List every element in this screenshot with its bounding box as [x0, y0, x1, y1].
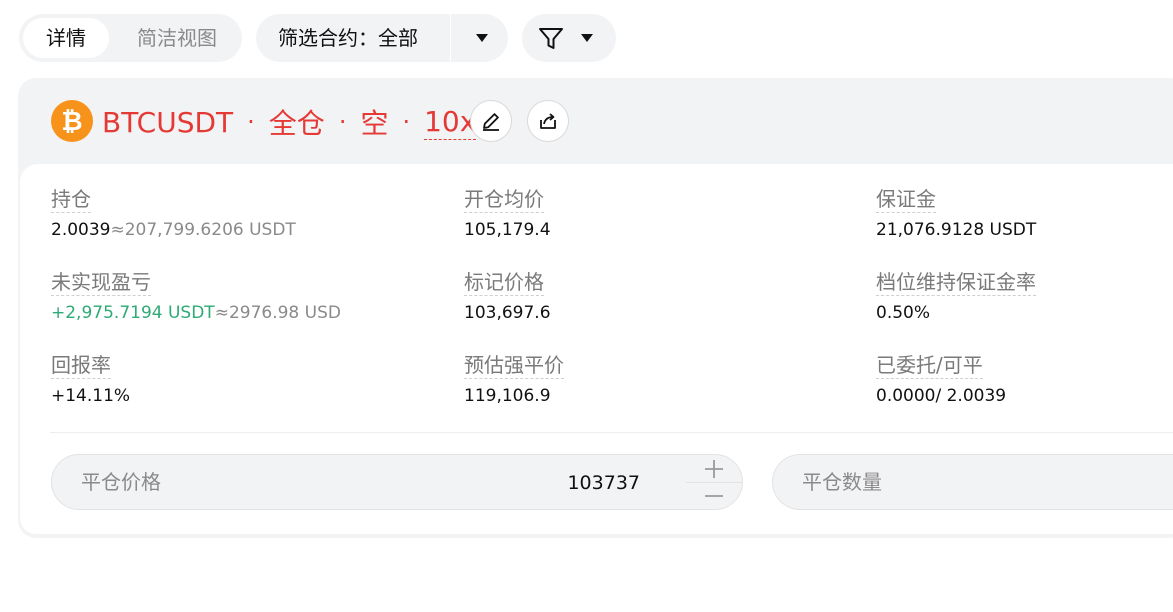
field-value: 105,179.4	[464, 220, 551, 240]
decrement-button[interactable]	[686, 482, 742, 509]
field-unrealized-pnl: 未实现盈亏 +2,975.7194 USDT≈2976.98 USD	[51, 269, 341, 324]
caret-down-icon	[581, 34, 593, 42]
close-price-input[interactable]: 平仓价格 103737	[51, 454, 743, 510]
contract-filter-label: 筛选合约：全部	[278, 14, 418, 62]
field-value: 0.0000/ 2.0039	[876, 386, 1007, 406]
field-entry-price: 开仓均价 105,179.4	[464, 186, 551, 241]
close-qty-input[interactable]: 平仓数量	[772, 454, 1173, 510]
field-entrusted-closable: 已委托/可平 0.0000/ 2.0039	[876, 352, 1006, 407]
share-button[interactable]	[527, 100, 569, 142]
view-toggle: 详情 简洁视图	[19, 14, 242, 62]
contract-filter-prefix: 筛选合约：	[278, 26, 378, 50]
position-header: ₿ BTCUSDT · 全仓 · 空 · 10x	[18, 78, 1173, 164]
minus-icon	[705, 494, 723, 497]
contract-filter-value: 全部	[378, 26, 418, 50]
view-compact-tab[interactable]: 简洁视图	[115, 18, 239, 58]
close-price-stepper	[686, 455, 742, 509]
field-mark-price: 标记价格 103,697.6	[464, 269, 551, 324]
field-value: +14.11%	[51, 386, 131, 406]
holding-qty: 2.0039	[51, 220, 111, 240]
filter-button[interactable]	[522, 14, 616, 62]
close-price-value[interactable]: 103737	[567, 455, 640, 511]
separator-dot: ·	[338, 108, 347, 136]
field-margin: 保证金 21,076.9128 USDT	[876, 186, 1036, 241]
field-label: 开仓均价	[464, 187, 544, 213]
field-value: 119,106.9	[464, 386, 551, 406]
field-value: 21,076.9128 USDT	[876, 220, 1037, 240]
close-price-placeholder: 平仓价格	[81, 470, 161, 494]
contract-filter[interactable]: 筛选合约：全部	[256, 14, 508, 62]
position-side: 空	[360, 107, 389, 140]
pnl-approx: ≈2976.98 USD	[214, 303, 341, 323]
field-value: 0.50%	[876, 303, 931, 323]
pnl-value: +2,975.7194 USDT	[51, 303, 215, 323]
field-label: 已委托/可平	[876, 353, 983, 379]
leverage-link[interactable]: 10x	[424, 105, 477, 140]
field-label: 保证金	[876, 187, 936, 213]
field-label: 预估强平价	[464, 353, 564, 379]
close-qty-placeholder: 平仓数量	[802, 470, 882, 494]
field-label: 标记价格	[464, 270, 544, 296]
field-label: 未实现盈亏	[51, 270, 151, 296]
funnel-icon	[539, 28, 563, 49]
contract-filter-dropdown[interactable]	[467, 14, 497, 62]
field-roe: 回报率 +14.11%	[51, 352, 130, 407]
field-label: 档位维持保证金率	[876, 270, 1036, 296]
position-symbol: BTCUSDT	[102, 105, 234, 139]
contract-filter-divider	[450, 14, 451, 62]
share-icon	[540, 113, 556, 129]
field-value: +2,975.7194 USDT≈2976.98 USD	[51, 302, 341, 324]
plus-icon	[705, 459, 723, 478]
field-maint-margin-rate: 档位维持保证金率 0.50%	[876, 269, 1036, 324]
divider	[50, 432, 1173, 433]
position-details: 持仓 2.0039≈207,799.6206 USDT 开仓均价 105,179…	[20, 164, 1173, 534]
caret-down-icon	[476, 34, 488, 42]
pencil-icon	[483, 113, 499, 131]
field-holding: 持仓 2.0039≈207,799.6206 USDT	[51, 186, 296, 241]
edit-button[interactable]	[470, 100, 512, 142]
field-value: 2.0039≈207,799.6206 USDT	[51, 219, 296, 241]
margin-mode: 全仓	[268, 107, 325, 140]
position-title: BTCUSDT · 全仓 · 空 · 10x	[102, 102, 477, 142]
holding-approx: ≈207,799.6206 USDT	[110, 220, 296, 240]
position-card: ₿ BTCUSDT · 全仓 · 空 · 10x 持仓 2.0039≈207,7…	[18, 78, 1173, 538]
field-label: 持仓	[51, 187, 91, 213]
view-detail-tab[interactable]: 详情	[23, 18, 109, 58]
increment-button[interactable]	[686, 455, 742, 482]
field-liq-price: 预估强平价 119,106.9	[464, 352, 564, 407]
separator-dot: ·	[247, 108, 255, 136]
separator-dot: ·	[402, 108, 411, 136]
bitcoin-icon: ₿	[51, 100, 93, 142]
field-label: 回报率	[51, 353, 111, 379]
field-value: 103,697.6	[464, 303, 551, 323]
